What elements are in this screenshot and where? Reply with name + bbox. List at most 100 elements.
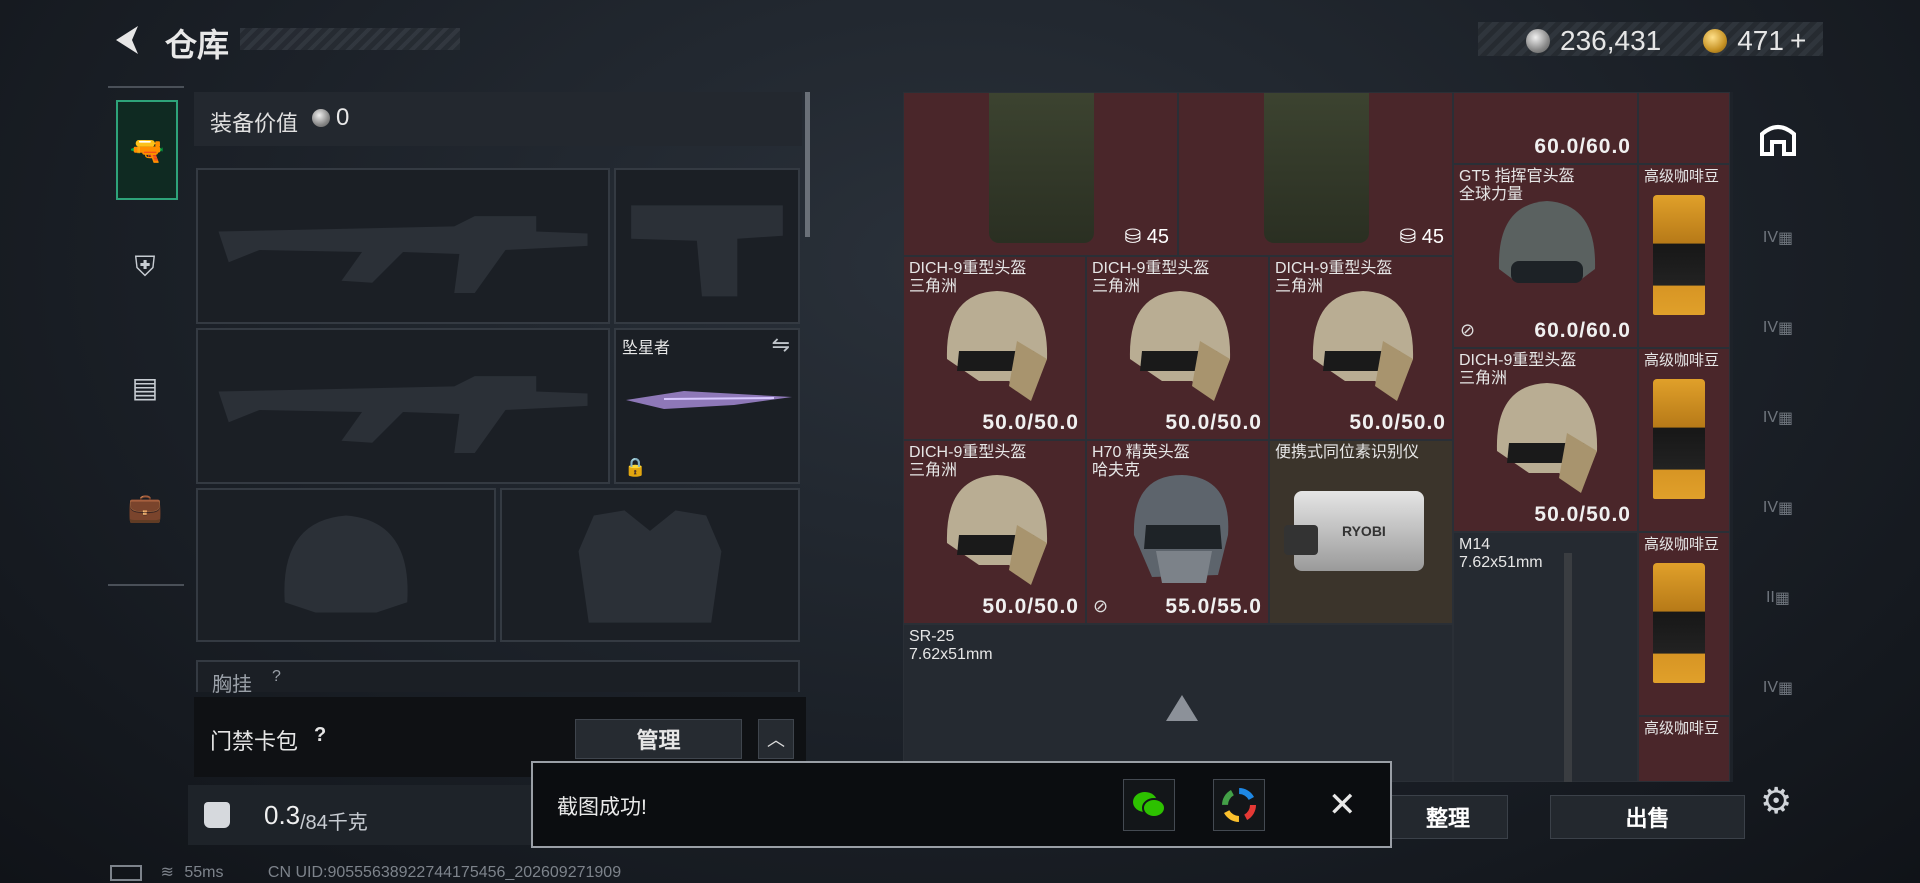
durability-text: 60.0/60.0	[1534, 135, 1631, 158]
durability-text: 50.0/50.0	[1165, 411, 1262, 434]
equipment-scrollbar[interactable]	[805, 92, 810, 237]
helmet-icon	[1498, 201, 1596, 283]
armor-slot[interactable]	[500, 488, 800, 642]
grid-item-helmet[interactable]: 60.0/60.0	[1453, 92, 1638, 164]
title-decoration	[240, 28, 460, 50]
chevron-up-icon[interactable]: ︿	[758, 719, 794, 759]
color-wheel-icon	[1222, 788, 1256, 822]
chest-rig-slot[interactable]: 胸挂 ?	[196, 660, 800, 696]
item-name: 高级咖啡豆	[1644, 352, 1720, 369]
silver-currency-amount: 236,431	[1560, 25, 1662, 56]
grid-item-dich9-helmet[interactable]: DICH-9重型头盔 三角洲 50.0/50.0	[1453, 348, 1638, 532]
weight-icon	[204, 802, 230, 828]
grid-item-gt5-helmet[interactable]: GT5 指挥官头盔 全球力量 ⊘ 60.0/60.0	[1453, 164, 1638, 348]
durability-text: 50.0/50.0	[982, 595, 1079, 618]
grid-item-isotope-detector[interactable]: 便携式同位素识别仪 RYOBI	[1269, 440, 1453, 624]
manage-button[interactable]: 管理	[575, 719, 742, 759]
sell-button[interactable]: 出售	[1550, 795, 1745, 839]
tab-case[interactable]: 💼	[116, 478, 174, 536]
coffee-bag-icon	[1653, 379, 1705, 499]
tab-storage[interactable]	[1752, 112, 1804, 164]
melee-slot[interactable]: 坠星者 ⇋ 🔒	[614, 328, 800, 484]
gallery-share-button[interactable]	[1213, 779, 1265, 831]
tab-container-6[interactable]: IV ▦	[1752, 662, 1804, 714]
grid-item-dich9-helmet[interactable]: DICH-9重型头盔 三角洲 50.0/50.0	[1086, 256, 1269, 440]
tab-container-4[interactable]: IV ▦	[1752, 482, 1804, 534]
organize-button[interactable]: 整理	[1388, 795, 1508, 839]
toast-message: 截图成功!	[557, 796, 647, 819]
item-name: 高级咖啡豆	[1644, 536, 1720, 553]
grid-item-sr25[interactable]: SR-25 7.62x51mm	[903, 624, 1453, 782]
melee-knife-icon	[626, 391, 792, 409]
helmet-silhouette-icon	[284, 515, 408, 613]
item-name: M14 7.62x51mm	[1459, 536, 1543, 571]
tab-container-3[interactable]: IV ▦	[1752, 392, 1804, 444]
secondary-weapon-slot[interactable]	[196, 328, 610, 484]
coffee-bag-icon	[1653, 195, 1705, 315]
broken-icon: ⊘	[1093, 596, 1109, 616]
grid-item-coffee[interactable]: 高级咖啡豆	[1638, 716, 1730, 782]
container-tabs: IV ▦ IV ▦ IV ▦ IV ▦ II ▦ IV ▦	[1748, 92, 1808, 782]
wechat-share-button[interactable]	[1123, 779, 1175, 831]
item-name: 高级咖啡豆	[1644, 168, 1720, 185]
weight-capacity: /84千克	[300, 812, 368, 834]
silver-coin-icon	[312, 109, 330, 127]
tab-weapons[interactable]: 🔫	[116, 100, 178, 200]
back-chevron-icon[interactable]	[110, 22, 146, 58]
grid-item-coffee[interactable]: 高级咖啡豆	[1638, 532, 1730, 716]
chest-rig-label: 胸挂	[212, 674, 252, 696]
item-name: 高级咖啡豆	[1644, 720, 1720, 737]
tab-container-1[interactable]: IV ▦	[1752, 212, 1804, 264]
durability-text: 50.0/50.0	[1349, 411, 1446, 434]
helmet-slot[interactable]	[196, 488, 496, 642]
gold-coin-icon	[1703, 29, 1728, 53]
backpack-icon: ▤	[131, 371, 159, 403]
tab-container-2[interactable]: IV ▦	[1752, 302, 1804, 354]
tab-backpack[interactable]: ▤	[116, 358, 174, 416]
inventory-grid[interactable]: ⛁ 45 ⛁ 45 60.0/60.0 GT5 指挥官头盔 全球力量 ⊘ 60.0…	[903, 92, 1733, 782]
tab-gear[interactable]: ⛨	[116, 238, 174, 296]
lock-icon: 🔒	[624, 457, 647, 477]
grid-item-coffee[interactable]: 高级咖啡豆	[1638, 164, 1730, 348]
close-icon[interactable]: ✕	[1328, 785, 1357, 825]
rifle-icon	[1564, 553, 1572, 782]
stack-badge: ⛁ 45	[1399, 226, 1444, 248]
swap-icon[interactable]: ⇋	[772, 332, 790, 358]
gear-icon[interactable]: ⚙	[1760, 780, 1792, 822]
vest-icon	[989, 93, 1094, 243]
uid-text: CN UID:90555638922744175456_202609271909	[267, 864, 622, 881]
durability-text: 55.0/55.0	[1165, 595, 1262, 618]
grid-item-dich9-helmet[interactable]: DICH-9重型头盔 三角洲 50.0/50.0	[903, 440, 1086, 624]
wechat-icon	[1133, 792, 1166, 818]
melee-name: 坠星者	[622, 340, 671, 357]
help-icon[interactable]: ?	[314, 724, 326, 747]
helmet-icon	[1129, 291, 1231, 401]
helmet-icon	[1312, 291, 1414, 401]
tab-container-5[interactable]: II ▦	[1752, 572, 1804, 624]
helmet-icon	[946, 291, 1048, 401]
equipment-value-amount: 0	[336, 104, 350, 131]
storage-icon	[1760, 125, 1796, 156]
keycard-label: 门禁卡包	[210, 729, 299, 754]
grid-item-dich9-helmet[interactable]: DICH-9重型头盔 三角洲 50.0/50.0	[903, 256, 1086, 440]
grid-item-h70-helmet[interactable]: H70 精英头盔 哈夫克 ⊘ 55.0/55.0	[1086, 440, 1269, 624]
chest-rig-hint: ?	[272, 668, 281, 685]
battery-icon	[110, 864, 142, 881]
vest-icon	[1264, 93, 1369, 243]
grid-item-coffee[interactable]: 高级咖啡豆	[1638, 348, 1730, 532]
grid-item-m14[interactable]: M14 7.62x51mm	[1453, 532, 1638, 782]
durability-text: 50.0/50.0	[982, 411, 1079, 434]
grid-item-vest[interactable]: ⛁ 45	[1178, 92, 1453, 256]
rifle-silhouette-icon	[218, 376, 588, 453]
briefcase-icon: 💼	[127, 491, 163, 523]
ping-text: 55ms	[184, 864, 224, 881]
pistol-slot[interactable]	[614, 168, 800, 324]
gold-add-button[interactable]: +	[1790, 25, 1806, 57]
grid-item-coffee[interactable]	[1638, 92, 1730, 164]
currency-bar: 236,431 471 +	[1478, 22, 1823, 56]
grid-item-vest[interactable]: ⛁ 45	[903, 92, 1178, 256]
weight-current: 0.3	[264, 800, 301, 830]
gold-currency-amount: 471	[1737, 25, 1784, 56]
primary-weapon-slot[interactable]	[196, 168, 610, 324]
grid-item-dich9-helmet[interactable]: DICH-9重型头盔 三角洲 50.0/50.0	[1269, 256, 1453, 440]
